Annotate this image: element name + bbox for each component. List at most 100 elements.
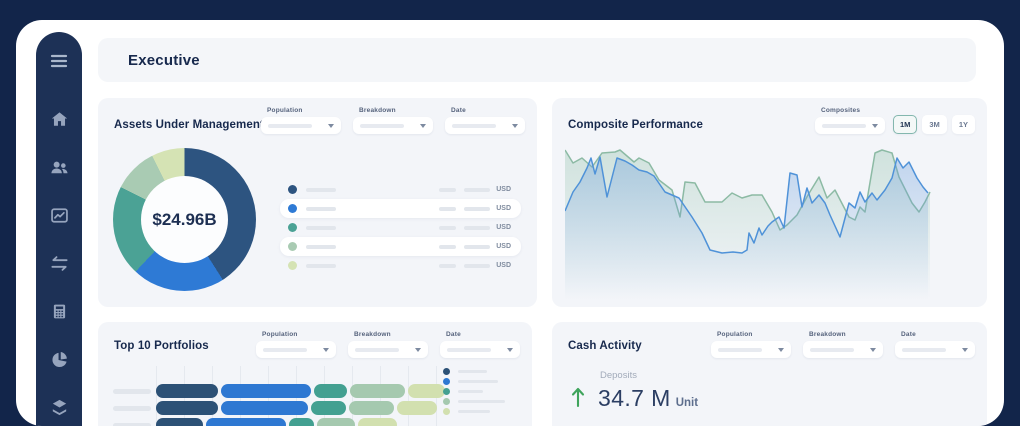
assets-under-management-card: Assets Under Management Population Break… [98, 98, 537, 307]
composite-controls: Composites 1M 3M 1Y [815, 107, 975, 134]
currency-label: USD [496, 224, 511, 231]
top10-legend-row [443, 368, 505, 375]
composites-select[interactable] [815, 117, 885, 134]
legend-value-placeholder [439, 207, 456, 211]
population-select[interactable] [256, 341, 336, 358]
main-panel: Executive Assets Under Management Popula… [16, 20, 1004, 426]
legend-label-placeholder [458, 380, 498, 383]
aum-total-value: $24.96B [113, 148, 256, 291]
date-select[interactable] [445, 117, 525, 134]
breakdown-filter-label: Breakdown [354, 331, 428, 338]
breakdown-select[interactable] [803, 341, 883, 358]
top10-filters: Population Breakdown Date [256, 331, 520, 358]
stacked-bar-chart [113, 384, 448, 426]
pie-chart-icon [49, 349, 70, 370]
select-placeholder [452, 124, 496, 128]
range-3m-button[interactable]: 3M [922, 115, 946, 134]
select-placeholder [902, 348, 946, 352]
top10-legend-row [443, 398, 505, 405]
home-icon [49, 109, 70, 130]
metric-text: Deposits 34.7 M Unit [598, 370, 698, 412]
portfolio-bar-row [113, 401, 448, 415]
top10-portfolios-card: Top 10 Portfolios Population Breakdown D… [98, 322, 532, 426]
breakdown-filter-label: Breakdown [359, 107, 433, 114]
row-label-placeholder [113, 423, 151, 426]
legend-value-placeholder [439, 188, 456, 192]
page-title: Executive [128, 52, 200, 69]
sidebar-item-calculator[interactable] [48, 300, 70, 322]
portfolio-bar-row [113, 418, 448, 426]
range-1m-button[interactable]: 1M [893, 115, 917, 134]
legend-amount-placeholder [464, 207, 490, 211]
legend-amount-placeholder [464, 226, 490, 230]
legend-dot [443, 378, 450, 385]
select-placeholder [447, 348, 491, 352]
composites-filter: Composites [815, 107, 885, 134]
aum-legend-row[interactable]: USD [280, 199, 521, 218]
select-placeholder [268, 124, 312, 128]
sidebar-item-transfers[interactable] [48, 252, 70, 274]
legend-dot [443, 398, 450, 405]
metric-unit: Unit [676, 397, 698, 409]
sidebar-item-home[interactable] [48, 108, 70, 130]
select-placeholder [810, 348, 854, 352]
legend-amount-placeholder [464, 264, 490, 268]
portfolio-bar-row [113, 384, 448, 398]
breakdown-select[interactable] [348, 341, 428, 358]
sidebar-item-allocation[interactable] [48, 348, 70, 370]
aum-legend-row[interactable]: USD [280, 237, 521, 256]
row-label-placeholder [113, 389, 151, 394]
menu-button[interactable] [48, 50, 70, 72]
bar-segment [311, 401, 346, 415]
time-range-toggle: 1M 3M 1Y [893, 115, 975, 134]
cash-activity-card: Cash Activity Population Breakdown Date … [552, 322, 987, 426]
date-select[interactable] [440, 341, 520, 358]
legend-dot [443, 408, 450, 415]
date-filter-label: Date [446, 331, 520, 338]
chevron-down-icon [778, 348, 784, 352]
breakdown-filter: Breakdown [803, 331, 883, 358]
users-icon [49, 157, 70, 178]
range-1y-button[interactable]: 1Y [952, 115, 975, 134]
breakdown-select[interactable] [353, 117, 433, 134]
bar-segment [408, 384, 445, 398]
legend-dot [288, 261, 297, 270]
card-title: Top 10 Portfolios [114, 340, 209, 352]
calculator-icon [50, 302, 69, 321]
bar-segment [206, 418, 286, 426]
top10-legend-row [443, 378, 505, 385]
legend-name-placeholder [306, 226, 336, 230]
bar-segment [349, 401, 394, 415]
bar-segment [156, 384, 218, 398]
chevron-down-icon [507, 348, 513, 352]
page-header: Executive [98, 38, 976, 82]
breakdown-filter: Breakdown [353, 107, 433, 134]
chevron-down-icon [512, 124, 518, 128]
aum-legend-row[interactable]: USD [280, 256, 521, 275]
population-select[interactable] [261, 117, 341, 134]
date-filter: Date [440, 331, 520, 358]
sidebar-item-holdings[interactable] [48, 396, 70, 418]
aum-legend-row[interactable]: USD [280, 218, 521, 237]
legend-dot [288, 185, 297, 194]
sidebar-item-clients[interactable] [48, 156, 70, 178]
chevron-down-icon [962, 348, 968, 352]
portfolio-chart-icon [49, 205, 70, 226]
population-select[interactable] [711, 341, 791, 358]
bar-segment [289, 418, 314, 426]
row-label-placeholder [113, 406, 151, 411]
aum-legend-row[interactable]: USD [280, 180, 521, 199]
legend-name-placeholder [306, 188, 336, 192]
sidebar-item-portfolios[interactable] [48, 204, 70, 226]
chevron-down-icon [328, 124, 334, 128]
bar-segment [156, 418, 203, 426]
chevron-down-icon [323, 348, 329, 352]
date-filter: Date [895, 331, 975, 358]
layers-icon [49, 397, 70, 418]
bar-segment [156, 401, 218, 415]
composite-performance-card: Composite Performance Composites 1M3M1Y [552, 98, 987, 307]
date-select[interactable] [895, 341, 975, 358]
legend-dot [443, 368, 450, 375]
breakdown-filter: Breakdown [348, 331, 428, 358]
bar-segment [221, 401, 308, 415]
